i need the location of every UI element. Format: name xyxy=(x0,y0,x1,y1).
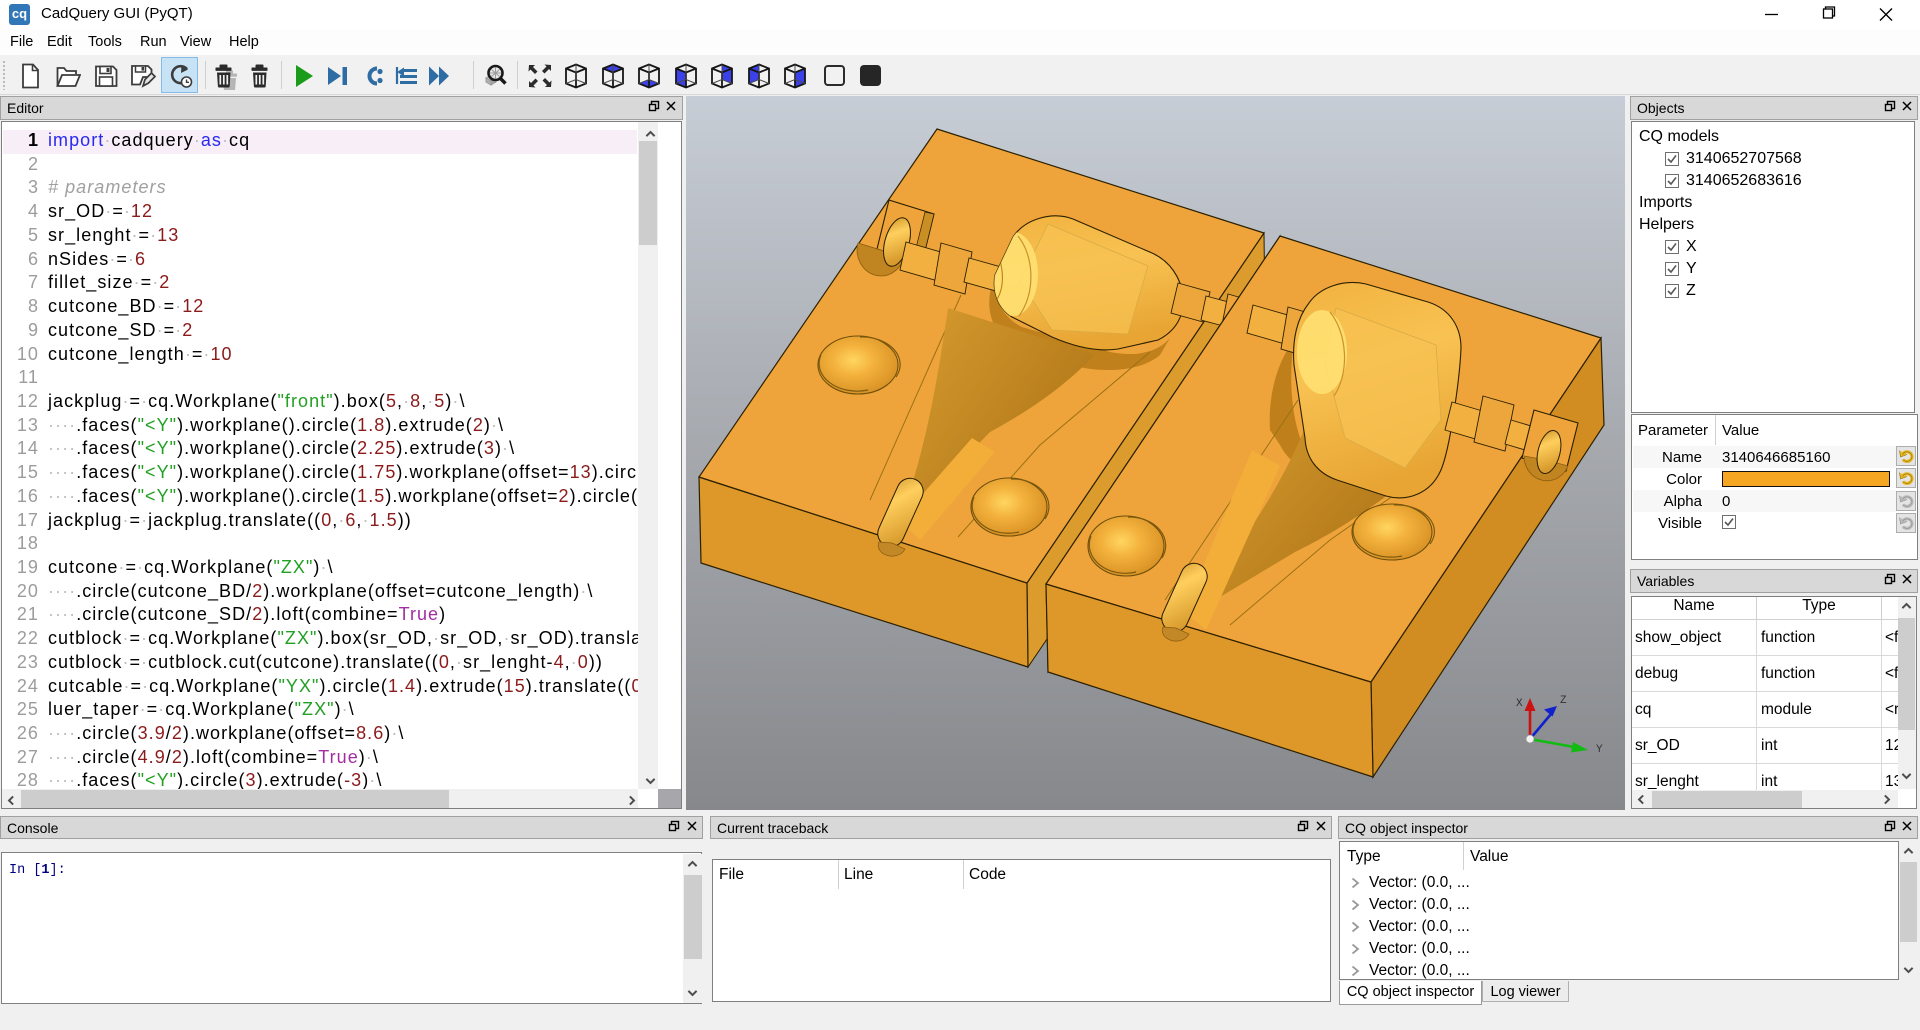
svg-text:Z: Z xyxy=(1560,695,1567,707)
svg-text:X: X xyxy=(1516,698,1523,710)
svg-text:Y: Y xyxy=(1596,744,1603,756)
